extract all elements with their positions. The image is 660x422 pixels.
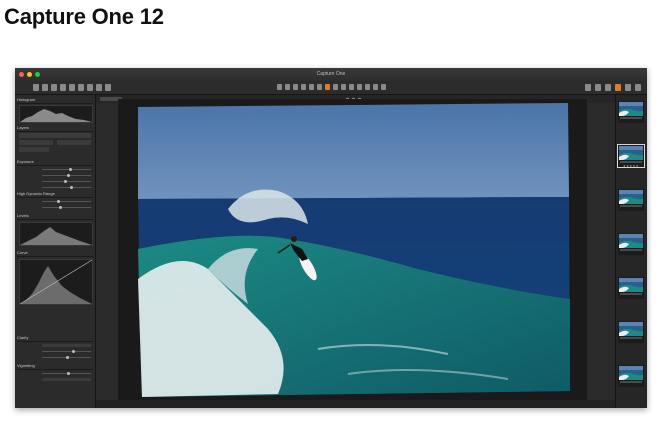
wave-thumbnail-icon xyxy=(619,190,643,204)
toolbar-right-group xyxy=(585,84,641,91)
left-tool-panel: Histogram Layers Exposure High Dynamic R… xyxy=(15,95,96,408)
thumbnail-filename xyxy=(620,249,642,251)
thumbnail-filename xyxy=(620,381,642,383)
filmstrip-browser: ★★★★★ xyxy=(615,95,647,408)
contrast-slider-row[interactable] xyxy=(19,173,91,177)
layer-add-button[interactable] xyxy=(19,140,53,145)
filmstrip-thumbnail[interactable] xyxy=(618,365,644,387)
exposure-slider-row[interactable] xyxy=(19,167,91,171)
thumbnail-filename xyxy=(620,337,642,339)
filmstrip-thumbnail[interactable]: ★★★★★ xyxy=(617,144,645,168)
tool-header-hdr[interactable]: High Dynamic Range xyxy=(17,191,93,198)
window-title: Capture One xyxy=(316,71,346,77)
viewer-status-bar xyxy=(96,400,615,408)
saturation-slider-row[interactable] xyxy=(19,185,91,189)
layer-remove-button[interactable] xyxy=(57,140,91,145)
picker-tool-icon[interactable] xyxy=(349,84,354,90)
library-icon[interactable] xyxy=(51,84,57,91)
thumbnail-filename xyxy=(620,161,642,163)
eraser-tool-icon[interactable] xyxy=(333,84,338,90)
crop-tool-icon[interactable] xyxy=(301,84,306,90)
reset-icon[interactable] xyxy=(625,84,631,91)
lens-icon[interactable] xyxy=(60,84,66,91)
filmstrip-thumbnail[interactable] xyxy=(618,189,644,211)
select-tool-icon[interactable] xyxy=(277,84,282,90)
color-icon[interactable] xyxy=(69,84,75,91)
filmstrip-thumbnail[interactable] xyxy=(618,233,644,255)
clarity-method-row[interactable] xyxy=(19,343,91,347)
keystone-tool-icon[interactable] xyxy=(317,84,322,90)
tool-header-levels[interactable]: Levels xyxy=(17,213,93,220)
annotation-tool-icon[interactable] xyxy=(381,84,386,90)
shadow-slider-row[interactable] xyxy=(19,205,91,209)
page-title: Capture One 12 xyxy=(4,4,164,29)
wave-thumbnail-icon xyxy=(619,146,643,160)
clarity-slider-row[interactable] xyxy=(19,349,91,353)
filmstrip-thumbnail[interactable] xyxy=(618,277,644,299)
brush-tool-icon[interactable] xyxy=(325,84,330,90)
adjustments-icon[interactable] xyxy=(96,84,102,91)
vignetting-amount-row[interactable] xyxy=(19,371,91,375)
tool-header-clarity[interactable]: Clarity xyxy=(17,335,93,342)
warning-icon[interactable] xyxy=(615,84,621,91)
tool-header-curve[interactable]: Curve xyxy=(17,250,93,257)
cursor-tools xyxy=(277,84,386,90)
structure-slider-row[interactable] xyxy=(19,355,91,359)
wave-thumbnail-icon xyxy=(619,234,643,248)
tool-header-vignetting[interactable]: Vignetting xyxy=(17,363,93,370)
white-balance-tool-icon[interactable] xyxy=(373,84,378,90)
gradient-tool-icon[interactable] xyxy=(341,84,346,90)
heal-tool-icon[interactable] xyxy=(357,84,362,90)
wave-thumbnail-icon xyxy=(619,278,643,292)
tool-header-layers[interactable]: Layers xyxy=(17,125,93,132)
layer-background-row[interactable] xyxy=(19,133,91,138)
thumbnail-filename xyxy=(620,293,642,295)
details-icon[interactable] xyxy=(87,84,93,91)
title-bar: Capture One xyxy=(15,68,647,83)
wave-thumbnail-icon xyxy=(619,366,643,380)
tool-header-exposure[interactable]: Exposure xyxy=(17,159,93,166)
import-icon[interactable] xyxy=(33,84,39,91)
compare-icon[interactable] xyxy=(595,84,601,91)
wave-thumbnail-icon xyxy=(619,322,643,336)
image-viewer xyxy=(96,95,615,408)
grid-view-icon[interactable] xyxy=(585,84,591,91)
levels-graph[interactable] xyxy=(19,222,93,246)
exposure-tab-icon[interactable] xyxy=(78,84,84,91)
metadata-icon[interactable] xyxy=(105,84,111,91)
capture-one-window: Capture One Histogram Layers Exposure Hi… xyxy=(15,68,647,408)
capture-icon[interactable] xyxy=(42,84,48,91)
proof-icon[interactable] xyxy=(605,84,611,91)
rating-stars[interactable]: ★★★★★ xyxy=(623,164,639,168)
filmstrip-thumbnail[interactable] xyxy=(618,321,644,343)
toolbar-left-group xyxy=(33,84,111,91)
thumbnail-filename xyxy=(620,205,642,207)
main-toolbar xyxy=(15,82,647,95)
filmstrip-thumbnail[interactable] xyxy=(618,101,644,123)
curve-graph[interactable] xyxy=(19,259,93,305)
wave-thumbnail-icon xyxy=(619,102,643,116)
process-icon[interactable] xyxy=(635,84,641,91)
rotate-tool-icon[interactable] xyxy=(309,84,314,90)
clone-tool-icon[interactable] xyxy=(365,84,370,90)
layer-mask-field[interactable] xyxy=(19,147,49,152)
highlight-slider-row[interactable] xyxy=(19,199,91,203)
main-photo[interactable] xyxy=(118,99,587,402)
histogram-graph xyxy=(19,105,93,123)
zoom-tool-icon[interactable] xyxy=(293,84,298,90)
pan-tool-icon[interactable] xyxy=(285,84,290,90)
tool-header-histogram[interactable]: Histogram xyxy=(17,97,93,104)
vignetting-method-row[interactable] xyxy=(19,377,91,381)
brightness-slider-row[interactable] xyxy=(19,179,91,183)
thumbnail-filename xyxy=(620,117,642,119)
